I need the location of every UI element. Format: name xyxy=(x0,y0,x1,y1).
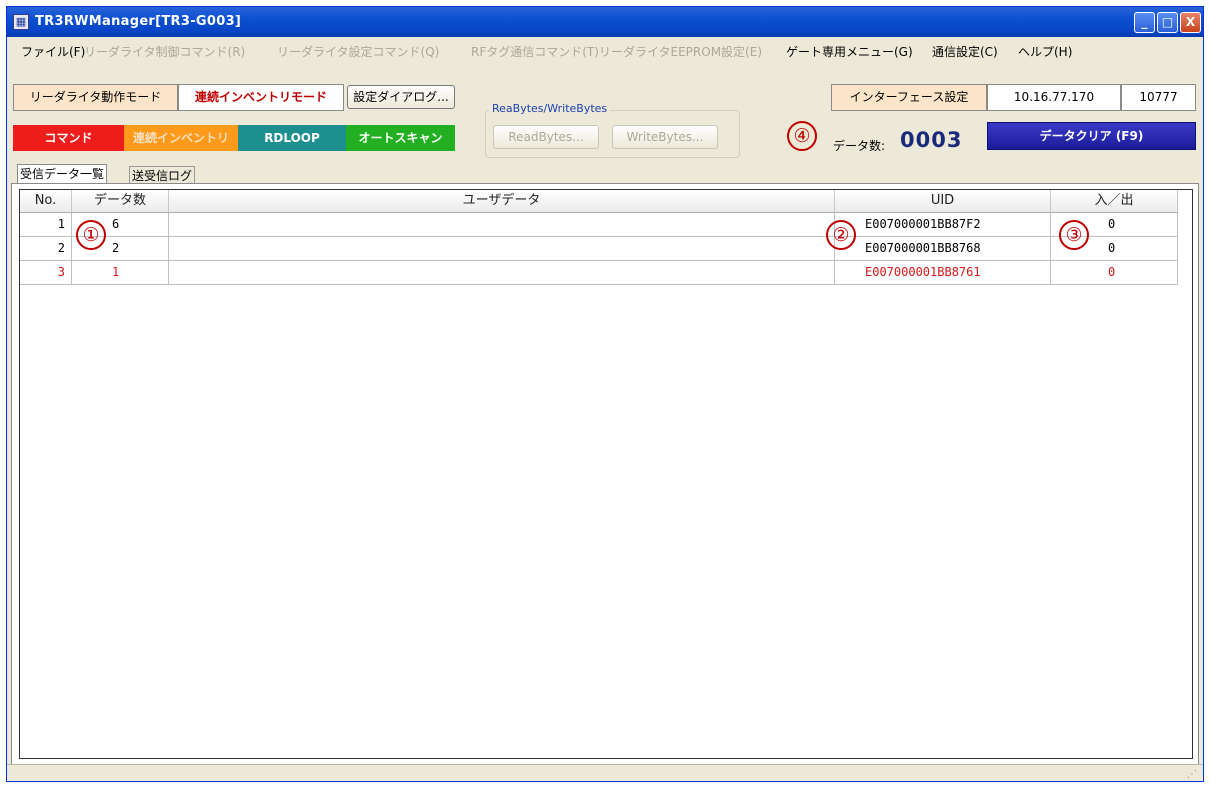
status-bar: ⋰ xyxy=(7,764,1203,781)
annotation-marker-3: ③ xyxy=(1059,220,1089,250)
column-header-inout[interactable]: 入／出 xyxy=(1051,190,1178,213)
cell-no: 1 xyxy=(20,213,72,237)
operation-mode-value: 連続インベントリモード xyxy=(178,84,344,111)
cell-inout: 0 xyxy=(1051,261,1178,285)
menu-rw-settings[interactable]: リーダライタ設定コマンド(Q) xyxy=(277,43,439,60)
cell-user-data xyxy=(169,237,835,261)
annotation-marker-2: ② xyxy=(826,220,856,250)
tab-comm-log[interactable]: 送受信ログ xyxy=(129,166,196,184)
table-row[interactable]: 2 2 E007000001BB8768 0 xyxy=(20,237,1178,261)
table-row[interactable]: 3 1 E007000001BB8761 0 xyxy=(20,261,1178,285)
menu-help[interactable]: ヘルプ(H) xyxy=(1018,43,1072,60)
menu-file[interactable]: ファイル(F) xyxy=(21,43,85,60)
resize-grip-icon[interactable]: ⋰ xyxy=(1187,769,1199,781)
cell-uid: E007000001BB87F2 xyxy=(835,213,1051,237)
autoscan-button[interactable]: オートスキャン xyxy=(346,125,455,151)
table-row[interactable]: 1 6 E007000001BB87F2 0 xyxy=(20,213,1178,237)
title-bar[interactable]: ▦ TR3RWManager[TR3-G003] _ □ X xyxy=(7,7,1203,37)
cell-user-data xyxy=(169,261,835,285)
tab-received-data[interactable]: 受信データ一覧 xyxy=(17,164,108,184)
data-clear-button[interactable]: データクリア (F9) xyxy=(987,122,1196,150)
cell-uid: E007000001BB8761 xyxy=(835,261,1051,285)
write-bytes-button[interactable]: WriteBytes... xyxy=(612,125,718,149)
read-bytes-button[interactable]: ReadBytes... xyxy=(493,125,599,149)
received-data-table[interactable]: No. データ数 ユーザデータ UID 入／出 1 6 E007000001BB… xyxy=(19,189,1193,759)
cell-count: 1 xyxy=(72,261,169,285)
cell-no: 3 xyxy=(20,261,72,285)
annotation-marker-4: ④ xyxy=(787,121,817,151)
operation-mode-label: リーダライタ動作モード xyxy=(13,84,178,111)
menu-gate[interactable]: ゲート専用メニュー(G) xyxy=(786,43,913,60)
main-window: ▦ TR3RWManager[TR3-G003] _ □ X ファイル(F) リ… xyxy=(6,6,1204,782)
data-count-label: データ数: xyxy=(833,139,886,153)
column-header-no[interactable]: No. xyxy=(20,190,72,213)
interface-settings-button[interactable]: インターフェース設定 xyxy=(831,84,987,111)
menu-eeprom[interactable]: リーダライタEEPROM設定(E) xyxy=(599,43,762,60)
app-icon[interactable]: ▦ xyxy=(13,14,29,30)
inventory-mode-button[interactable]: 連続インベントリ xyxy=(124,125,238,151)
cell-uid: E007000001BB8768 xyxy=(835,237,1051,261)
minimize-button[interactable]: _ xyxy=(1134,12,1155,33)
close-button[interactable]: X xyxy=(1180,12,1201,33)
cell-user-data xyxy=(169,213,835,237)
maximize-button[interactable]: □ xyxy=(1157,12,1178,33)
menu-comm-settings[interactable]: 通信設定(C) xyxy=(932,43,998,60)
command-mode-button[interactable]: コマンド xyxy=(13,125,124,151)
column-header-user-data[interactable]: ユーザデータ xyxy=(169,190,835,213)
menu-bar: ファイル(F) リーダライタ制御コマンド(R) リーダライタ設定コマンド(Q) … xyxy=(7,37,1203,63)
column-header-count[interactable]: データ数 xyxy=(72,190,169,213)
settings-dialog-button[interactable]: 設定ダイアログ... xyxy=(347,85,455,109)
cell-no: 2 xyxy=(20,237,72,261)
window-title: TR3RWManager[TR3-G003] xyxy=(35,14,242,29)
ip-address-field: 10.16.77.170 xyxy=(987,84,1121,111)
data-count-value: 0003 xyxy=(900,128,963,152)
menu-rw-control[interactable]: リーダライタ制御コマンド(R) xyxy=(84,43,245,60)
annotation-marker-1: ① xyxy=(76,220,106,250)
port-field: 10777 xyxy=(1121,84,1196,111)
readwrite-bytes-group-title: ReaBytes/WriteBytes xyxy=(489,102,611,115)
column-header-uid[interactable]: UID xyxy=(835,190,1051,213)
menu-rf-tag[interactable]: RFタグ通信コマンド(T) xyxy=(471,43,599,60)
rdloop-button[interactable]: RDLOOP xyxy=(238,125,346,151)
